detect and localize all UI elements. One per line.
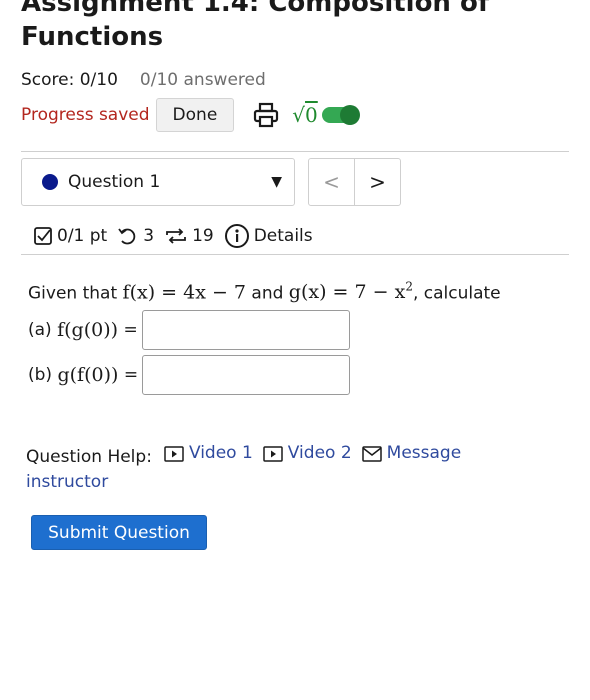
video-1-label: Video 1 bbox=[188, 443, 253, 463]
f-definition: f(x) = 4x − 7 bbox=[122, 281, 246, 304]
checkbox-icon bbox=[34, 227, 52, 245]
part-b-label: (b) bbox=[28, 365, 53, 385]
answer-a-input[interactable] bbox=[141, 310, 350, 350]
part-a-equals: = bbox=[123, 320, 138, 340]
retries-count: 3 bbox=[143, 226, 155, 246]
assignment-title: Assignment 1.4: Composition of Functions bbox=[21, 0, 490, 52]
video-1-link[interactable]: Video 1 bbox=[164, 441, 253, 466]
question-and: and bbox=[251, 283, 284, 304]
math-view-toggle[interactable]: √0 bbox=[292, 103, 360, 127]
points-item: 0/1 pt bbox=[33, 226, 107, 246]
part-b: (b) g(f(0)) = bbox=[28, 354, 351, 396]
video-2-link[interactable]: Video 2 bbox=[263, 441, 352, 466]
save-row: Progress saved Done √0 bbox=[21, 97, 360, 133]
question-help: Question Help: Video 1 Video 2 Message instr… bbox=[26, 441, 526, 495]
g-exponent: 2 bbox=[405, 280, 413, 294]
retries-item: 3 bbox=[117, 226, 154, 246]
divider bbox=[21, 151, 569, 152]
details-item[interactable]: Details bbox=[224, 223, 313, 249]
done-button[interactable]: Done bbox=[155, 98, 235, 132]
part-b-expression: g(f(0)) bbox=[57, 364, 119, 386]
next-question-button[interactable]: > bbox=[355, 159, 400, 205]
print-icon[interactable] bbox=[252, 101, 280, 129]
score-label: Score: 0/10 bbox=[21, 70, 118, 90]
question-intro: Given that bbox=[28, 283, 118, 304]
question-help-label: Question Help: bbox=[26, 446, 152, 467]
answer-b-input[interactable] bbox=[142, 355, 351, 395]
part-a: (a) f(g(0)) = bbox=[28, 309, 350, 351]
attempts-count: 19 bbox=[192, 226, 214, 246]
sqrt-symbol: √ bbox=[292, 103, 306, 127]
sqrt-icon: √0 bbox=[292, 103, 317, 127]
question-status-dot bbox=[42, 174, 58, 190]
submit-question-button[interactable]: Submit Question bbox=[31, 515, 207, 550]
play-icon bbox=[263, 445, 283, 462]
repeat-icon bbox=[166, 228, 186, 244]
part-a-label: (a) bbox=[28, 320, 52, 340]
undo-icon bbox=[118, 228, 136, 245]
part-b-equals: = bbox=[123, 365, 139, 385]
attempts-item: 19 bbox=[164, 226, 214, 246]
question-select[interactable]: Question 1 ▼ bbox=[21, 158, 295, 206]
part-a-expression: f(g(0)) bbox=[57, 319, 119, 341]
toggle-switch[interactable] bbox=[321, 105, 360, 125]
g-definition-base: g(x) = 7 − x bbox=[288, 281, 406, 304]
caret-down-icon: ▼ bbox=[271, 174, 282, 190]
question-outro: , calculate bbox=[412, 283, 501, 304]
question-select-label: Question 1 bbox=[68, 172, 161, 192]
message-instructor-link[interactable]: Message bbox=[361, 441, 462, 466]
sqrt-value: 0 bbox=[305, 103, 318, 127]
question-text: Given that f(x) = 4x − 7 and g(x) = 7 − … bbox=[28, 280, 501, 303]
info-icon bbox=[224, 224, 249, 248]
previous-question-button[interactable]: < bbox=[309, 159, 355, 205]
question-nav: < > bbox=[308, 158, 401, 206]
details-label: Details bbox=[253, 226, 313, 246]
question-meta: 0/1 pt 3 19 Details bbox=[33, 222, 323, 250]
points-text: 0/1 pt bbox=[57, 226, 108, 246]
divider bbox=[21, 254, 569, 255]
g-definition: g(x) = 7 − x2 bbox=[288, 280, 413, 304]
play-icon bbox=[164, 445, 184, 462]
answered-count: 0/10 answered bbox=[139, 70, 266, 90]
video-2-label: Video 2 bbox=[287, 443, 352, 463]
message-label-2[interactable]: instructor bbox=[26, 472, 108, 492]
message-label-1: Message bbox=[386, 443, 462, 463]
mail-icon bbox=[361, 445, 382, 462]
progress-saved-status: Progress saved bbox=[21, 105, 150, 125]
score-row: Score: 0/10 0/10 answered bbox=[21, 70, 266, 90]
